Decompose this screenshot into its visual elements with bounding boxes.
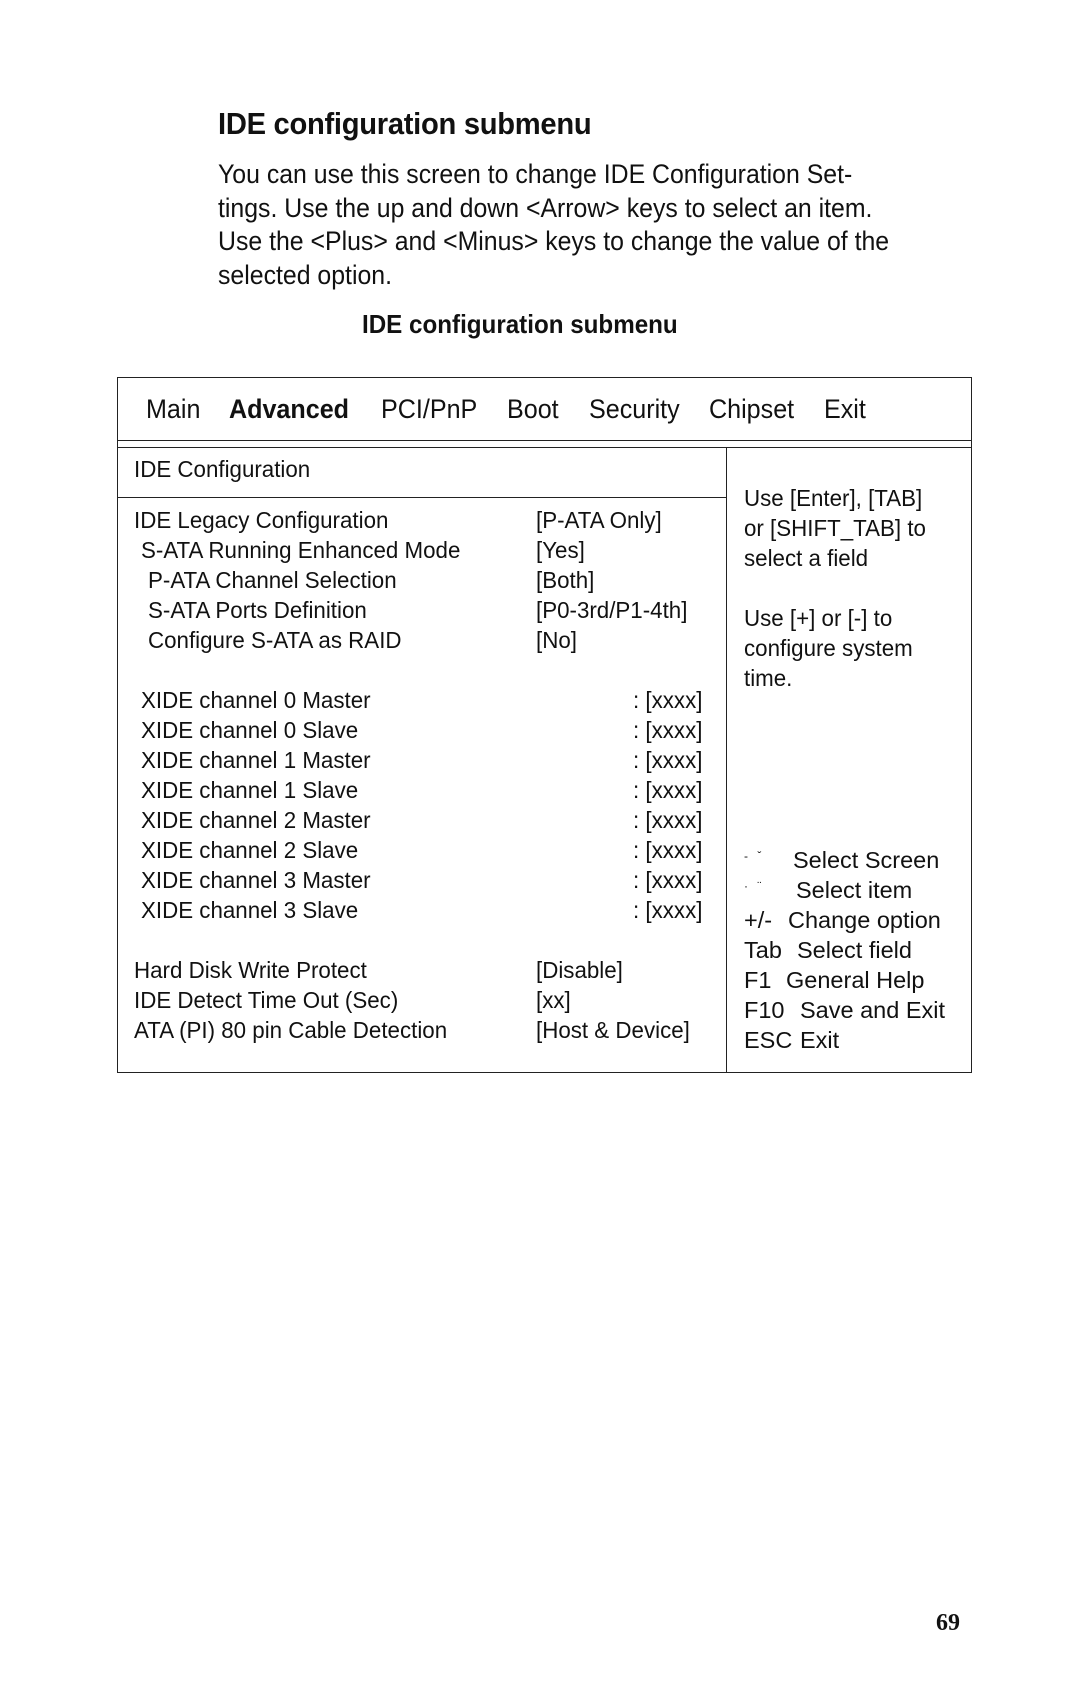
tab-exit[interactable]: Exit [824,394,866,425]
setting-value-cable-detection[interactable]: [Host & Device] [536,1017,690,1044]
key-name: F1 [744,967,772,993]
key-action: Exit [800,1027,840,1053]
tab-advanced[interactable]: Advanced [229,394,349,425]
channel-label[interactable]: XIDE channel 2 Slave [141,837,358,864]
help-panel-divider [726,447,727,1072]
bios-menu-bar: Main Advanced PCI/PnP Boot Security Chip… [118,378,971,441]
bios-screen: Main Advanced PCI/PnP Boot Security Chip… [117,377,972,1073]
setting-value-pata-channel[interactable]: [Both] [536,567,594,594]
setting-label-pata-channel[interactable]: P-ATA Channel Selection [148,567,397,594]
key-action: General Help [786,967,925,993]
tab-security[interactable]: Security [589,394,680,425]
key-name: Tab [744,937,782,963]
key-action: Save and Exit [800,997,946,1023]
channel-value: : [xxxx] [633,777,703,803]
help-text-line: or [SHIFT_TAB] to [744,515,926,541]
key-legend-select-field: Tab Select field [744,937,912,964]
setting-value-write-protect[interactable]: [Disable] [536,957,623,984]
key-action: Select item [796,877,913,903]
setting-value-sata-ports[interactable]: [P0-3rd/P1-4th] [536,597,687,624]
channel-value: : [xxxx] [633,837,703,863]
key-action: Change option [788,907,941,933]
setting-value-ide-legacy[interactable]: [P-ATA Only] [536,507,662,534]
setting-label-cable-detection[interactable]: ATA (PI) 80 pin Cable Detection [134,1017,447,1044]
setting-value-sata-enhanced[interactable]: [Yes] [536,537,585,564]
left-right-arrows-icon: - ˇ [744,849,765,863]
channel-label[interactable]: XIDE channel 3 Master [141,867,371,894]
section-title: IDE Configuration [134,456,311,482]
tab-main[interactable]: Main [146,394,200,425]
tab-chipset[interactable]: Chipset [709,394,794,425]
setting-label-detect-timeout[interactable]: IDE Detect Time Out (Sec) [134,987,398,1014]
setting-value-detect-timeout[interactable]: [xx] [536,987,571,1014]
section-divider [118,497,726,498]
channel-value: : [xxxx] [633,867,703,893]
channel-value: : [xxxx] [633,717,703,743]
channel-value: : [xxxx] [633,747,703,773]
intro-paragraph: You can use this screen to change IDE Co… [218,159,890,290]
page-number: 69 [936,1610,960,1636]
help-text-line: configure system [744,635,913,661]
key-action: Select field [797,937,912,963]
help-text-line: select a field [744,545,869,571]
help-text-line: Use [+] or [-] to [744,605,893,631]
key-legend-change-option: +/- Change option [744,907,941,934]
tab-boot[interactable]: Boot [507,394,559,425]
setting-value-sata-raid[interactable]: [No] [536,627,577,654]
channel-label[interactable]: XIDE channel 0 Master [141,687,371,714]
channel-label[interactable]: XIDE channel 2 Master [141,807,371,834]
help-text-line: time. [744,665,793,691]
channel-label[interactable]: XIDE channel 3 Slave [141,897,358,924]
key-legend-save-exit: F10 Save and Exit [744,997,945,1024]
page-title: IDE configuration submenu [218,106,592,141]
setting-label-sata-raid[interactable]: Configure S-ATA as RAID [148,627,402,654]
tab-pci-pnp[interactable]: PCI/PnP [381,394,477,425]
setting-label-write-protect[interactable]: Hard Disk Write Protect [134,957,367,984]
key-legend-select-screen: - ˇ Select Screen [744,847,939,874]
key-legend-general-help: F1 General Help [744,967,924,994]
channel-label[interactable]: XIDE channel 1 Master [141,747,371,774]
channel-value: : [xxxx] [633,897,703,923]
channel-label[interactable]: XIDE channel 1 Slave [141,777,358,804]
figure-caption: IDE configuration submenu [362,309,678,339]
key-name: ESC [744,1027,793,1053]
key-action: Select Screen [793,847,940,873]
up-down-arrows-icon: · ¨ [744,879,765,893]
setting-label-sata-ports[interactable]: S-ATA Ports Definition [148,597,367,624]
key-name: F10 [744,997,785,1023]
channel-label[interactable]: XIDE channel 0 Slave [141,717,358,744]
menu-bar-double-rule [118,447,971,448]
channel-value: : [xxxx] [633,687,703,713]
key-legend-select-item: · ¨ Select item [744,877,912,904]
key-name: +/- [744,907,773,933]
help-text-line: Use [Enter], [TAB] [744,485,923,511]
key-legend-exit: ESC Exit [744,1027,839,1054]
channel-value: : [xxxx] [633,807,703,833]
setting-label-sata-enhanced[interactable]: S-ATA Running Enhanced Mode [141,537,460,564]
setting-label-ide-legacy[interactable]: IDE Legacy Configuration [134,507,388,534]
